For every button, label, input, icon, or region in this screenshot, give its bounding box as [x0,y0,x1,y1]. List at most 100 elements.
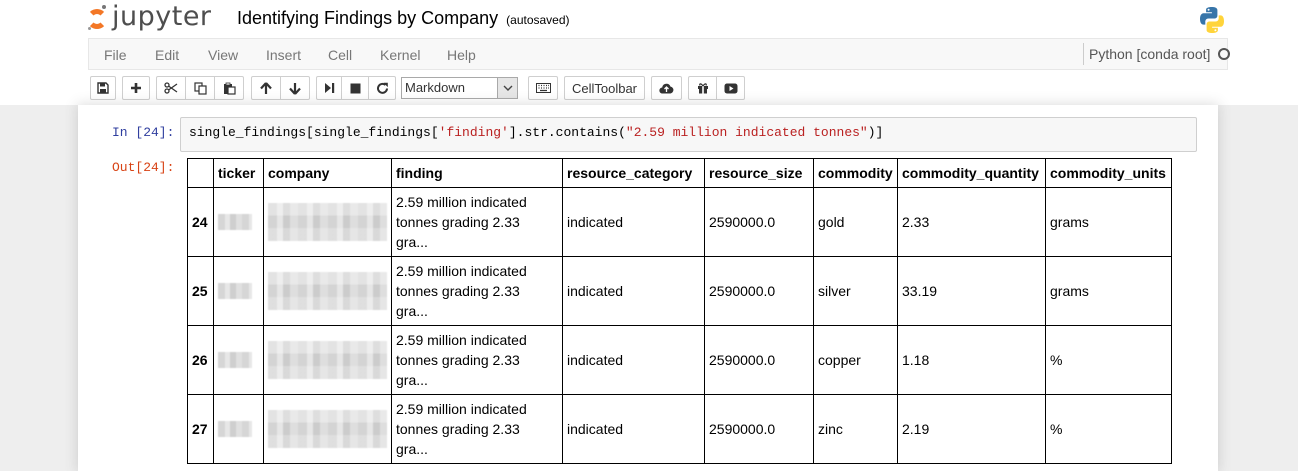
commodity-units-cell: grams [1045,256,1172,326]
copy-icon [193,81,207,95]
menu-view[interactable]: View [208,47,238,63]
cell-type-value: Markdown [405,80,465,95]
commodity-units-cell: % [1045,394,1172,464]
company-cell [263,394,392,464]
kernel-name: Python [conda root] [1089,46,1211,62]
plus-icon [131,83,141,93]
finding-cell: 2.59 million indicated tonnes grading 2.3… [391,394,563,464]
finding-cell: 2.59 million indicated tonnes grading 2.3… [391,325,563,395]
menu-help[interactable]: Help [447,47,476,63]
resource-size-cell: 2590000.0 [704,187,814,257]
presentation-button[interactable] [688,76,717,100]
index-header [187,158,214,188]
interrupt-button[interactable] [341,76,369,100]
finding-cell: 2.59 million indicated tonnes grading 2.3… [391,187,563,257]
paste-button[interactable] [214,76,244,100]
menu-insert[interactable]: Insert [266,47,301,63]
cut-icon [164,82,178,94]
table-row: 24 2.59 million indicated tonnes grading … [187,187,1172,257]
notebook-title[interactable]: Identifying Findings by Company [237,8,498,28]
column-header: finding [391,158,563,188]
redacted-ticker [218,283,252,299]
code-cell-input[interactable]: single_findings[single_findings['finding… [180,117,1197,152]
resource-category-cell: indicated [562,187,705,257]
command-palette-button[interactable] [528,76,558,100]
ticker-cell [213,187,264,257]
commodity-cell: gold [813,187,898,257]
commodity-cell: zinc [813,394,898,464]
resource-size-cell: 2590000.0 [704,256,814,326]
chevron-down-icon [497,78,517,98]
cut-button[interactable] [156,76,186,100]
menu-file[interactable]: File [104,47,127,63]
commodity-quantity-cell: 2.19 [897,394,1046,464]
row-index: 27 [187,394,214,464]
code-token: .contains( [547,125,626,140]
row-index: 24 [187,187,214,257]
code-token: ]. [508,125,525,140]
move-down-button[interactable] [280,76,310,100]
python-logo-icon [1200,7,1224,33]
menu-edit[interactable]: Edit [155,47,179,63]
resource-size-cell: 2590000.0 [704,394,814,464]
commodity-units-cell: grams [1045,187,1172,257]
finding-cell: 2.59 million indicated tonnes grading 2.3… [391,256,563,326]
kernel-indicator: Python [conda root] [1083,43,1231,65]
save-icon [97,82,109,94]
ticker-cell [213,394,264,464]
restart-kernel-button[interactable] [368,76,396,100]
save-button[interactable] [90,76,116,100]
column-header: resource_size [704,158,814,188]
column-header: commodity_quantity [897,158,1046,188]
celltoolbar-button[interactable]: CellToolbar [564,76,645,100]
ticker-cell [213,256,264,326]
jupyter-mark-icon [86,5,108,31]
refresh-icon [376,82,388,94]
row-index: 25 [187,256,214,326]
notebook-name[interactable]: Identifying Findings by Company (autosav… [237,8,570,29]
table-row: 27 2.59 million indicated tonnes grading … [187,394,1172,464]
resource-category-cell: indicated [562,325,705,395]
resource-size-cell: 2590000.0 [704,325,814,395]
commodity-units-cell: % [1045,325,1172,395]
youtube-play-icon [724,83,737,93]
commodity-cell: copper [813,325,898,395]
arrow-down-icon [289,82,301,95]
menu-kernel[interactable]: Kernel [380,47,420,63]
input-prompt: In [24]: [112,125,175,140]
commodity-cell: silver [813,256,898,326]
kernel-idle-icon [1218,48,1231,60]
jupyter-logo[interactable]: jupyter [86,1,212,34]
cell-type-select[interactable]: Markdown [401,77,518,99]
column-header: company [263,158,392,188]
row-index: 26 [187,325,214,395]
redacted-ticker [218,352,252,368]
menu-cell[interactable]: Cell [328,47,352,63]
redacted-company [268,410,387,448]
redacted-company [268,203,387,241]
video-button[interactable] [716,76,745,100]
code-string-token: "2.59 million indicated tonnes" [625,125,868,140]
column-header: ticker [213,158,264,188]
column-header: commodity [813,158,898,188]
table-header-row: ticker company finding resource_category… [187,158,1172,188]
output-prompt: Out[24]: [112,160,175,175]
copy-button[interactable] [185,76,215,100]
redacted-company [268,341,387,379]
insert-cell-button[interactable] [122,76,150,100]
paste-icon [223,82,236,95]
run-cell-button[interactable] [316,76,342,100]
commodity-quantity-cell: 2.33 [897,187,1046,257]
output-dataframe: ticker company finding resource_category… [187,158,1172,464]
stop-icon [350,83,360,93]
code-token: single_findings[single_findings[ [189,125,439,140]
step-forward-icon [324,83,334,93]
keyboard-icon [535,83,551,93]
resource-category-cell: indicated [562,394,705,464]
publish-button[interactable] [651,76,682,100]
move-up-button[interactable] [251,76,281,100]
redacted-ticker [218,214,252,230]
code-token: str [524,125,548,140]
table-row: 25 2.59 million indicated tonnes grading … [187,256,1172,326]
column-header: resource_category [562,158,705,188]
